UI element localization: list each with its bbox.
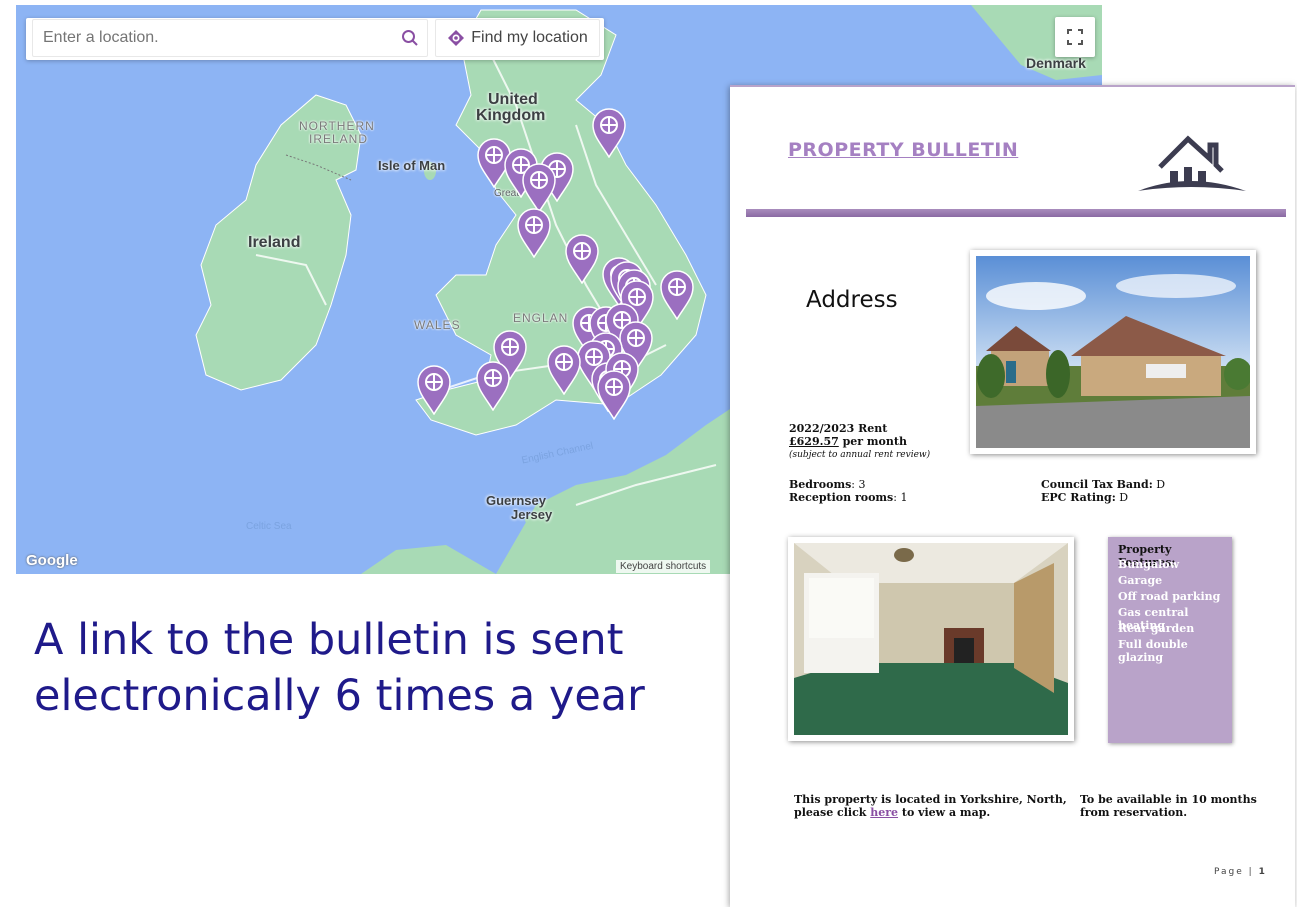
page-number: Page | 1 <box>1214 867 1267 877</box>
location-pin-icon[interactable] <box>564 234 600 285</box>
location-pin-icon[interactable] <box>475 361 511 412</box>
search-icon[interactable] <box>400 28 420 48</box>
epc-row: EPC Rating: D <box>1041 491 1128 504</box>
view-map-link[interactable]: here <box>870 806 898 819</box>
bedrooms-label: Bedrooms <box>789 478 852 491</box>
location-text: This property is located in Yorkshire, N… <box>794 793 1067 819</box>
rent-amount: £629.57 per month <box>789 435 907 448</box>
location-text-prefix: please click <box>794 806 871 819</box>
location-pin-icon[interactable] <box>521 163 557 214</box>
bedrooms-row: Bedrooms: 3 <box>789 478 866 491</box>
page-number-value: 1 <box>1258 867 1267 877</box>
feature-item: Bungalow <box>1118 558 1180 571</box>
availability-text: To be available in 10 months from reserv… <box>1080 793 1257 819</box>
crosshair-icon <box>448 30 465 46</box>
label-england: ENGLAN <box>513 311 569 325</box>
availability-line-2: from reservation. <box>1080 806 1188 819</box>
exterior-photo-image <box>976 256 1250 448</box>
location-pin-icon[interactable] <box>596 370 632 421</box>
feature-item: Off road parking <box>1118 590 1221 603</box>
rent-period: per month <box>838 435 907 448</box>
label-celtic-sea: Celtic Sea <box>246 521 292 532</box>
caption-text: A link to the bulletin is sent electroni… <box>34 615 645 721</box>
label-denmark: Denmark <box>1026 55 1086 71</box>
location-pin-icon[interactable] <box>591 108 627 159</box>
search-input[interactable] <box>32 19 428 57</box>
property-features-box: Property Features: Bungalow Garage Off r… <box>1108 537 1232 743</box>
property-bulletin: PROPERTY BULLETIN Address 2022/2023 Rent… <box>730 85 1295 907</box>
label-kingdom: Kingdom <box>476 107 546 124</box>
label-ireland-ni: IRELAND <box>309 132 369 146</box>
location-pin-icon[interactable] <box>546 345 582 396</box>
find-my-location-button[interactable]: Find my location <box>435 19 600 57</box>
rent-heading: 2022/2023 Rent <box>789 422 888 435</box>
label-ireland: Ireland <box>248 234 301 251</box>
feature-item: Garage <box>1118 574 1163 587</box>
location-line-1: This property is located in Yorkshire, N… <box>794 793 1067 806</box>
council-tax-row: Council Tax Band: D <box>1041 478 1165 491</box>
fullscreen-button[interactable] <box>1055 17 1095 57</box>
bulletin-title: PROPERTY BULLETIN <box>788 139 1019 161</box>
feature-item: Rear garden <box>1118 622 1195 635</box>
reception-row: Reception rooms: 1 <box>789 491 907 504</box>
find-my-location-label: Find my location <box>471 29 588 46</box>
location-line-2: please click here to view a map. <box>794 806 1067 819</box>
label-jersey: Jersey <box>511 507 553 522</box>
epc-label: EPC Rating: <box>1041 491 1116 504</box>
rent-value: £629.57 <box>789 435 839 448</box>
location-pin-icon[interactable] <box>659 270 695 321</box>
availability-line-1: To be available in 10 months <box>1080 793 1257 806</box>
rent-note: (subject to annual rent review) <box>789 450 931 460</box>
council-tax-value: D <box>1152 478 1166 491</box>
interior-photo-image <box>794 543 1068 735</box>
label-isle-of-man: Isle of Man <box>378 158 446 173</box>
label-northern: NORTHERN <box>299 119 375 133</box>
property-address: Address <box>806 287 898 313</box>
keyboard-shortcuts-link[interactable]: Keyboard shortcuts <box>616 560 711 573</box>
house-logo-icon <box>1138 135 1246 191</box>
feature-item: Full double glazing <box>1118 638 1188 664</box>
council-tax-label: Council Tax Band: <box>1041 478 1153 491</box>
google-logo: Google <box>26 552 78 569</box>
exterior-photo <box>970 250 1256 454</box>
interior-photo <box>788 537 1074 741</box>
epc-value: D <box>1115 491 1129 504</box>
reception-label: Reception rooms <box>789 491 894 504</box>
label-wales: WALES <box>414 318 461 332</box>
bedrooms-value: : 3 <box>851 478 866 491</box>
fullscreen-icon <box>1067 29 1083 45</box>
location-pin-icon[interactable] <box>416 365 452 416</box>
label-guernsey: Guernsey <box>486 493 546 508</box>
reception-value: : 1 <box>893 491 908 504</box>
location-text-suffix: to view a map. <box>898 806 991 819</box>
map-search-bar: Find my location <box>26 18 604 60</box>
header-divider <box>746 209 1286 217</box>
page-label: Page | <box>1214 867 1254 877</box>
location-pin-icon[interactable] <box>516 208 552 259</box>
